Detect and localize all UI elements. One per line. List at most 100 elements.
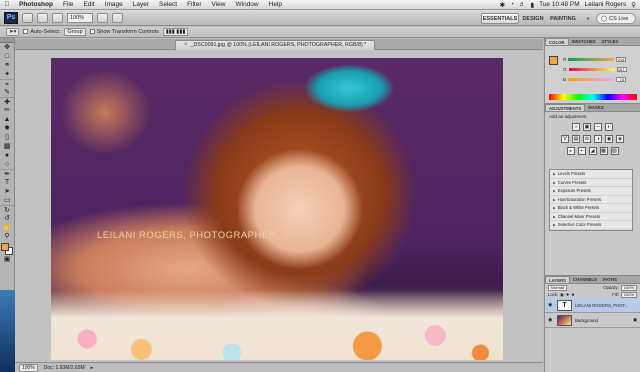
menu-edit[interactable]: Edit (78, 1, 99, 8)
tab-styles[interactable]: STYLES (599, 38, 622, 45)
align-buttons[interactable]: ▮▮▮ ▮▮▮ (162, 28, 189, 36)
tab-swatches[interactable]: SWATCHES (569, 38, 599, 45)
screen-mode-button[interactable] (112, 12, 123, 23)
eraser-tool-icon[interactable]: ▯ (0, 133, 14, 142)
selective-color-icon[interactable]: ▧ (610, 147, 619, 155)
lock-position-icon[interactable]: ✚ (566, 292, 570, 297)
zoom-tool-icon[interactable]: ⚲ (0, 232, 14, 241)
status-zoom-field[interactable]: 100% (19, 363, 38, 372)
posterize-icon[interactable]: ▪ (577, 147, 586, 155)
path-selection-tool-icon[interactable]: ➤ (0, 187, 14, 196)
3d-rotate-tool-icon[interactable]: ↻ (0, 205, 14, 214)
vibrance-icon[interactable]: V (561, 135, 569, 143)
tab-color[interactable]: COLOR (545, 38, 569, 45)
list-item[interactable]: Black & White Presets (550, 204, 632, 213)
hand-tool-icon[interactable]: ✋ (0, 223, 14, 232)
photo-canvas[interactable]: LEILANI ROGERS, PHOTOGRAPHER (51, 58, 503, 360)
mini-bridge-button[interactable] (37, 12, 48, 23)
photo-filter-icon[interactable]: ◉ (605, 135, 613, 143)
menu-file[interactable]: File (58, 1, 78, 8)
tab-channels[interactable]: CHANNELS (570, 276, 600, 283)
dodge-tool-icon[interactable]: ○ (0, 160, 14, 169)
history-brush-tool-icon[interactable]: ✹ (0, 124, 14, 133)
clock[interactable]: Tue 10:48 PM (539, 1, 580, 8)
blend-mode-select[interactable]: Normal (548, 284, 567, 291)
eyedropper-tool-icon[interactable]: ✎ (0, 88, 14, 97)
curves-icon[interactable]: ∽ (594, 123, 602, 131)
cs-live-button[interactable]: ◯ CS Live (596, 13, 636, 24)
eye-icon[interactable]: ◉ (548, 317, 554, 323)
brush-tool-icon[interactable]: ✏ (0, 106, 14, 115)
battery-icon[interactable]: ▮ (531, 1, 535, 9)
color-spectrum-ramp[interactable] (549, 94, 637, 100)
layer-row-text[interactable]: ◉ T LEILANI ROGERS, PHOT... (545, 298, 640, 313)
list-item[interactable]: Hue/Saturation Presets (550, 196, 632, 204)
menu-layer[interactable]: Layer (128, 1, 154, 8)
workspace-more-button[interactable]: » (584, 13, 592, 24)
green-value-input[interactable]: 163 (616, 66, 627, 72)
fill-input[interactable]: 100% (620, 291, 637, 298)
auto-select-dropdown[interactable]: Group (64, 28, 86, 36)
type-tool-icon[interactable]: T (0, 178, 14, 187)
menu-help[interactable]: Help (264, 1, 287, 8)
layer-row-background[interactable]: ◉ Background ▣ (545, 313, 640, 328)
close-icon[interactable]: × (184, 41, 188, 50)
red-slider[interactable] (568, 57, 615, 61)
gradient-tool-icon[interactable]: ▩ (0, 142, 14, 151)
levels-icon[interactable]: ▣ (583, 123, 591, 131)
blur-tool-icon[interactable]: ● (0, 151, 14, 160)
3d-orbit-tool-icon[interactable]: ↺ (0, 214, 14, 223)
document-size-info[interactable]: Doc: 1.93M/2.65M (44, 365, 85, 371)
workspace-design-button[interactable]: DESIGN (521, 13, 545, 24)
zoom-level-select[interactable]: 100% (67, 12, 93, 23)
exposure-icon[interactable]: ◐ (605, 123, 613, 131)
volume-icon[interactable]: ♬ (519, 1, 526, 8)
tab-paths[interactable]: PATHS (600, 276, 620, 283)
hue-saturation-icon[interactable]: ▤ (572, 135, 580, 143)
shape-tool-icon[interactable]: ▭ (0, 196, 14, 205)
tab-adjustments[interactable]: ADJUSTMENTS (545, 104, 586, 111)
menu-image[interactable]: Image (100, 1, 128, 8)
user-name[interactable]: Leilani Rogers (585, 1, 627, 8)
bluetooth-icon[interactable]: ✱ (500, 1, 505, 9)
tool-preset-picker[interactable]: ➤▾ (6, 28, 20, 36)
black-white-icon[interactable]: ◑ (594, 135, 602, 143)
show-transform-controls-checkbox[interactable]: Show Transform Controls (89, 29, 159, 35)
list-item[interactable]: Levels Presets (550, 170, 632, 179)
workspace-painting-button[interactable]: PAINTING (548, 13, 578, 24)
move-tool-icon[interactable]: ✥ (0, 43, 14, 52)
lock-all-icon[interactable]: ■ (572, 292, 575, 297)
foreground-color-swatch[interactable] (1, 243, 9, 251)
quick-selection-tool-icon[interactable]: ✦ (0, 70, 14, 79)
gradient-map-icon[interactable]: ▩ (599, 147, 608, 155)
crop-tool-icon[interactable]: ⌖ (0, 79, 14, 88)
menu-window[interactable]: Window (231, 1, 264, 8)
menu-view[interactable]: View (207, 1, 231, 8)
blue-value-input[interactable]: 78 (616, 76, 627, 82)
arrange-documents-button[interactable] (97, 12, 108, 23)
list-item[interactable]: Channel Mixer Presets (550, 213, 632, 221)
marquee-tool-icon[interactable]: □ (0, 52, 14, 61)
red-value-input[interactable]: 244 (616, 56, 627, 62)
lasso-tool-icon[interactable]: ⚭ (0, 61, 14, 70)
color-panel-foreground-swatch[interactable] (549, 56, 558, 65)
spot-healing-tool-icon[interactable]: ✚ (0, 97, 14, 106)
pen-tool-icon[interactable]: ✒ (0, 169, 14, 178)
tab-masks[interactable]: MASKS (585, 104, 607, 111)
bridge-button[interactable] (22, 12, 33, 23)
document-tab[interactable]: × _DSC0091.jpg @ 100% (LEILANI ROGERS, P… (175, 40, 376, 50)
spotlight-icon[interactable]: ⚲ (631, 1, 636, 9)
apple-icon[interactable]:  (0, 1, 14, 8)
threshold-icon[interactable]: ◢ (588, 147, 597, 155)
status-menu-icon[interactable]: ▸ (91, 365, 94, 371)
wifi-icon[interactable]: ◔ (510, 1, 514, 8)
channel-mixer-icon[interactable]: ◈ (616, 135, 624, 143)
color-balance-icon[interactable]: ⚖ (583, 135, 591, 143)
lock-pixels-icon[interactable]: ▣ (560, 292, 564, 297)
list-item[interactable]: Selective Color Presets (550, 221, 632, 230)
list-item[interactable]: Exposure Presets (550, 187, 632, 196)
tab-layers[interactable]: LAYERS (545, 276, 571, 283)
quick-mask-icon[interactable]: ▣ (0, 255, 14, 264)
blue-slider[interactable] (568, 77, 615, 81)
invert-icon[interactable]: ◒ (566, 147, 575, 155)
